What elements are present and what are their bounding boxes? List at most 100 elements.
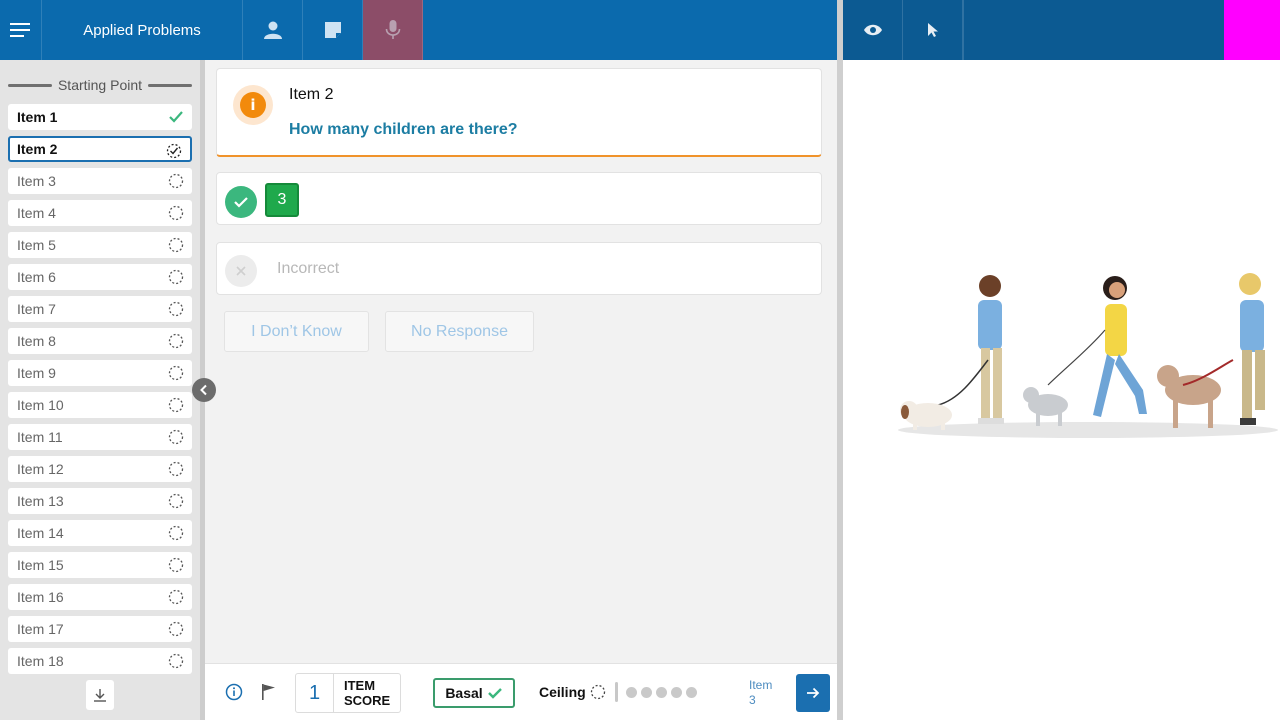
basal-button[interactable]: Basal (433, 678, 515, 708)
pointer-button[interactable] (903, 0, 963, 60)
pending-circle-icon (168, 461, 184, 477)
no-response-button[interactable]: No Response (385, 311, 534, 352)
ceiling-separator (615, 682, 618, 702)
sidebar-item-label: Item 16 (17, 589, 64, 605)
sidebar-item[interactable]: Item 2 (8, 136, 192, 162)
sidebar-item[interactable]: Item 4 (8, 200, 192, 226)
sidebar-item-label: Item 1 (17, 109, 58, 125)
sidebar-item[interactable]: Item 10 (8, 392, 192, 418)
ceiling-dot (641, 687, 652, 698)
sidebar-item[interactable]: Item 8 (8, 328, 192, 354)
pending-circle-icon (168, 237, 184, 253)
collapse-sidebar-button[interactable] (192, 378, 216, 402)
sidebar-item-label: Item 2 (17, 141, 58, 157)
note-icon (324, 22, 341, 38)
sidebar-item[interactable]: Item 12 (8, 456, 192, 482)
eye-icon (863, 24, 882, 36)
sidebar-item[interactable]: Item 1 (8, 104, 192, 130)
ceiling-dot (656, 687, 667, 698)
sidebar-item[interactable]: Item 15 (8, 552, 192, 578)
sidebar-item[interactable]: Item 7 (8, 296, 192, 322)
view-button[interactable] (843, 0, 903, 60)
check-icon (234, 197, 248, 208)
examinee-button[interactable] (243, 0, 303, 60)
pending-circle-icon (590, 684, 605, 700)
sidebar-item[interactable]: Item 9 (8, 360, 192, 386)
pending-circle-icon (168, 621, 184, 637)
sidebar-item[interactable]: Item 6 (8, 264, 192, 290)
pending-circle-icon (168, 269, 184, 285)
in-progress-icon (166, 143, 182, 159)
menu-button[interactable] (0, 0, 42, 60)
sidebar-item[interactable]: Item 16 (8, 584, 192, 610)
next-item-button[interactable] (796, 674, 830, 712)
close-icon (236, 266, 246, 276)
starting-point-header: Starting Point (8, 76, 192, 94)
pending-circle-icon (168, 525, 184, 541)
cursor-icon (927, 23, 938, 37)
sidebar-item[interactable]: Item 14 (8, 520, 192, 546)
item-score-label-line2: SCORE (344, 693, 391, 708)
sidebar-item-label: Item 9 (17, 365, 56, 381)
arrow-right-icon (807, 687, 820, 699)
basal-label: Basal (445, 685, 483, 701)
hamburger-icon (9, 23, 30, 37)
item-score-value[interactable]: 1 (296, 674, 334, 712)
starting-point-label: Starting Point (57, 77, 143, 93)
notes-button[interactable] (303, 0, 363, 60)
sidebar-item[interactable]: Item 5 (8, 232, 192, 258)
sidebar-item[interactable]: Item 11 (8, 424, 192, 450)
info-badge: i (233, 85, 273, 125)
sidebar-item-label: Item 15 (17, 557, 64, 573)
incorrect-button[interactable] (225, 255, 257, 287)
bottom-toolbar: 1 ITEM SCORE Basal Ceiling Item 3 (205, 663, 837, 720)
pending-circle-icon (168, 589, 184, 605)
next-item-label: Item 3 (749, 678, 773, 707)
sidebar-item[interactable]: Item 17 (8, 616, 192, 642)
pending-circle-icon (168, 205, 184, 221)
correct-button[interactable] (225, 186, 257, 218)
ceiling-dot (671, 687, 682, 698)
sidebar-item[interactable]: Item 13 (8, 488, 192, 514)
pending-circle-icon (168, 365, 184, 381)
pending-circle-icon (168, 301, 184, 317)
microphone-button[interactable] (363, 0, 423, 60)
scroll-down-button[interactable] (86, 680, 114, 710)
correct-answer-card: 3 (216, 172, 822, 225)
item-score-label-line1: ITEM (344, 678, 376, 693)
sidebar-item-label: Item 5 (17, 237, 56, 253)
sidebar-item[interactable]: Item 3 (8, 168, 192, 194)
toolbar-divider (963, 0, 964, 60)
info-icon: i (240, 92, 266, 118)
sidebar-item-label: Item 3 (17, 173, 56, 189)
incorrect-answer-card: Incorrect (216, 242, 822, 295)
ceiling-dot (626, 687, 637, 698)
sidebar-item-label: Item 4 (17, 205, 56, 221)
question-item-title: Item 2 (289, 86, 334, 103)
question-card: i Item 2 How many children are there? (216, 68, 822, 157)
chevron-left-icon (200, 384, 207, 396)
download-arrow-icon (94, 689, 106, 702)
item-score: 1 ITEM SCORE (295, 673, 401, 713)
test-title: Applied Problems (42, 0, 243, 60)
dont-know-button[interactable]: I Don’t Know (224, 311, 369, 352)
sidebar-item[interactable]: Item 18 (8, 648, 192, 674)
info-outline-icon[interactable] (225, 683, 243, 701)
pending-circle-icon (168, 557, 184, 573)
pending-circle-icon (168, 429, 184, 445)
flag-icon[interactable] (261, 683, 277, 701)
ceiling-dot (686, 687, 697, 698)
check-icon (169, 111, 183, 123)
pending-circle-icon (168, 333, 184, 349)
stimulus-panel (843, 60, 1280, 720)
pending-circle-icon (168, 653, 184, 669)
sidebar-item-label: Item 13 (17, 493, 64, 509)
ceiling-indicator: Ceiling (539, 684, 606, 700)
children-walking-dogs-illustration (898, 273, 1278, 438)
correct-answer-value[interactable]: 3 (265, 183, 299, 217)
top-toolbar: Applied Problems (0, 0, 837, 60)
sidebar-item-label: Item 6 (17, 269, 56, 285)
person-icon (263, 21, 282, 39)
ceiling-label: Ceiling (539, 684, 586, 700)
sidebar-item-label: Item 11 (17, 429, 63, 445)
